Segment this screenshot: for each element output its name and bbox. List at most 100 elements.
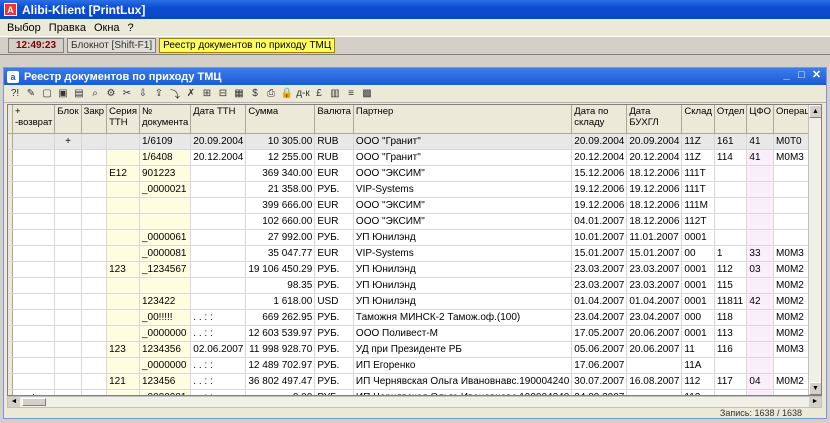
- table-cell[interactable]: 0001: [681, 325, 715, 342]
- table-cell[interactable]: 23.03.2007: [571, 261, 628, 278]
- table-cell[interactable]: [190, 229, 247, 246]
- table-cell[interactable]: 115: [714, 277, 748, 294]
- table-cell[interactable]: 20.09.2004: [571, 133, 628, 150]
- table-cell[interactable]: 114: [714, 149, 748, 166]
- table-cell[interactable]: [106, 245, 140, 262]
- table-cell[interactable]: _0000061: [139, 229, 192, 246]
- table-cell[interactable]: УП Юнилэнд: [353, 261, 573, 278]
- table-cell[interactable]: РУБ.: [314, 261, 354, 278]
- table-cell[interactable]: [12, 293, 56, 310]
- table-cell[interactable]: УП Юнилэнд: [353, 229, 573, 246]
- minimize-button[interactable]: _: [780, 69, 793, 82]
- table-cell[interactable]: ООО "Гранит": [353, 149, 573, 166]
- table-cell[interactable]: 901223: [139, 165, 192, 182]
- table-cell[interactable]: 112: [714, 261, 748, 278]
- table-cell[interactable]: [12, 197, 56, 214]
- table-cell[interactable]: 12 603 539.97: [245, 325, 316, 342]
- table-cell[interactable]: [54, 341, 82, 358]
- table-cell[interactable]: VIP-Systems: [353, 181, 573, 198]
- table-cell[interactable]: 11 998 928.70: [245, 341, 316, 358]
- table-cell[interactable]: 04.01.2007: [571, 213, 628, 230]
- table-cell[interactable]: 23.03.2007: [571, 277, 628, 294]
- table-cell[interactable]: ООО "ЭКСИМ": [353, 197, 573, 214]
- vertical-scrollbar[interactable]: ▲ ▼: [808, 105, 821, 395]
- table-cell[interactable]: [12, 309, 56, 326]
- table-cell[interactable]: 19.12.2006: [626, 181, 683, 198]
- table-cell[interactable]: . .: [626, 389, 683, 395]
- table-cell[interactable]: 00: [681, 245, 715, 262]
- table-cell[interactable]: [190, 181, 247, 198]
- table-cell[interactable]: . . : :: [190, 357, 247, 374]
- table-cell[interactable]: 12 255.00: [245, 149, 316, 166]
- table-cell[interactable]: [54, 357, 82, 374]
- table-cell[interactable]: [746, 309, 775, 326]
- table-cell[interactable]: _0000001: [139, 389, 192, 395]
- column-header-11[interactable]: Склад: [681, 105, 715, 134]
- table-cell[interactable]: RUB: [314, 133, 354, 150]
- toolbar-tool-11-icon[interactable]: ✗: [184, 87, 198, 101]
- table-cell[interactable]: 19 106 450.29: [245, 261, 316, 278]
- table-cell[interactable]: 20.06.2007: [626, 341, 683, 358]
- table-cell[interactable]: РУБ.: [314, 325, 354, 342]
- menu-item-help[interactable]: ?: [124, 22, 138, 34]
- table-cell[interactable]: [714, 213, 748, 230]
- table-cell[interactable]: [714, 229, 748, 246]
- toolbar-tool-0-icon[interactable]: ?!: [8, 87, 22, 101]
- table-cell[interactable]: [190, 165, 247, 182]
- table-cell[interactable]: [12, 357, 56, 374]
- table-cell[interactable]: 161: [714, 133, 748, 150]
- table-cell[interactable]: 1: [714, 245, 748, 262]
- table-cell[interactable]: [81, 325, 108, 342]
- table-cell[interactable]: [746, 181, 775, 198]
- table-cell[interactable]: 111T: [681, 165, 715, 182]
- column-header-4[interactable]: № документа: [139, 105, 192, 134]
- toolbar-tool-7-icon[interactable]: ✂: [120, 87, 134, 101]
- table-cell[interactable]: 0001: [681, 293, 715, 310]
- table-cell[interactable]: 0.00: [245, 389, 316, 395]
- table-cell[interactable]: 15.01.2007: [571, 245, 628, 262]
- table-cell[interactable]: [12, 341, 56, 358]
- table-cell[interactable]: 11Z: [681, 133, 715, 150]
- table-cell[interactable]: 18.12.2006: [626, 197, 683, 214]
- table-cell[interactable]: ООО "ЭКСИМ": [353, 213, 573, 230]
- table-cell[interactable]: _1234567: [139, 261, 192, 278]
- table-cell[interactable]: EUR: [314, 213, 354, 230]
- scroll-left-icon[interactable]: ◄: [8, 397, 20, 407]
- table-cell[interactable]: [12, 133, 56, 150]
- table-cell[interactable]: 118: [714, 309, 748, 326]
- table-cell[interactable]: . . : :: [190, 309, 247, 326]
- table-cell[interactable]: 01.04.2007: [626, 293, 683, 310]
- table-cell[interactable]: 23.03.2007: [626, 277, 683, 294]
- table-cell[interactable]: RUB: [314, 149, 354, 166]
- table-cell[interactable]: ИП Чернявская Ольга Ивановнавс.190004240: [353, 373, 573, 390]
- table-cell[interactable]: [190, 213, 247, 230]
- table-row[interactable]: 123 1234356 02.06.2007 11 998 928.70 РУБ. УД …: [8, 341, 821, 358]
- table-cell[interactable]: [54, 149, 82, 166]
- table-cell[interactable]: [54, 293, 82, 310]
- table-cell[interactable]: [81, 133, 108, 150]
- table-cell[interactable]: [139, 277, 192, 294]
- table-row[interactable]: 102 660.00 EUR ООО "ЭКСИМ" 04.01.2007 18.12.…: [8, 213, 821, 230]
- column-header-12[interactable]: Отдел: [714, 105, 748, 134]
- table-cell[interactable]: УД при Президенте РБ: [353, 341, 573, 358]
- table-cell[interactable]: 1/6408: [139, 149, 192, 166]
- table-cell[interactable]: [81, 293, 108, 310]
- table-cell[interactable]: 17.06.2007: [571, 357, 628, 374]
- table-cell[interactable]: 20.09.2004: [190, 133, 247, 150]
- table-cell[interactable]: [12, 165, 56, 182]
- table-cell[interactable]: 15.01.2007: [626, 245, 683, 262]
- table-cell[interactable]: [54, 389, 82, 395]
- table-cell[interactable]: 27 992.00: [245, 229, 316, 246]
- toolbar-tool-10-icon[interactable]: ⤵: [168, 87, 182, 101]
- table-cell[interactable]: [746, 325, 775, 342]
- toolbar-tool-12-icon[interactable]: ⊞: [200, 87, 214, 101]
- table-cell[interactable]: [106, 197, 140, 214]
- table-cell[interactable]: 0001: [681, 229, 715, 246]
- toolbar-tool-14-icon[interactable]: ▦: [232, 87, 246, 101]
- table-cell[interactable]: 05.06.2007: [571, 341, 628, 358]
- table-cell[interactable]: [190, 261, 247, 278]
- table-cell[interactable]: [54, 245, 82, 262]
- table-row[interactable]: _0000061 27 992.00 РУБ. УП Юнилэнд 10.01.200…: [8, 229, 821, 246]
- column-header-2[interactable]: Закр: [81, 105, 108, 134]
- toolbar-tool-2-icon[interactable]: ▢: [40, 87, 54, 101]
